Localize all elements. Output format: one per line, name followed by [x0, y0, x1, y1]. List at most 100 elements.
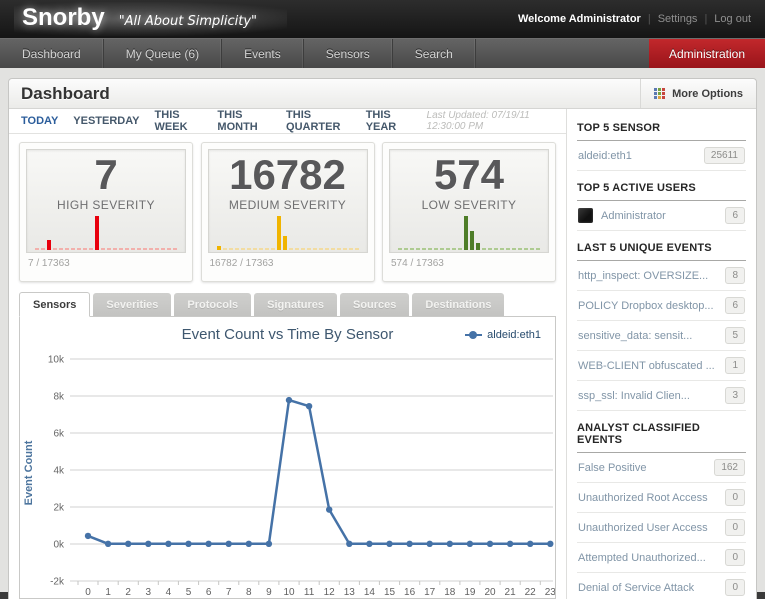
svg-text:13: 13	[344, 587, 356, 598]
user-count-badge: 6	[725, 207, 745, 224]
svg-text:7: 7	[226, 587, 232, 598]
unique-event-link[interactable]: ssp_ssl: Invalid Clien...	[578, 390, 690, 402]
nav-sensors[interactable]: Sensors	[304, 39, 393, 68]
unique-event-row: sensitive_data: sensit... 5	[577, 321, 746, 351]
medium-severity-sparkline	[217, 216, 359, 252]
tab-severities[interactable]: Severities	[93, 293, 171, 316]
low-severity-caption: 574 / 17363	[389, 258, 549, 269]
logout-link[interactable]: Log out	[714, 13, 751, 25]
unique-event-row: http_inspect: OVERSIZE... 8	[577, 261, 746, 291]
sensor-link[interactable]: aldeid:eth1	[578, 150, 632, 162]
last-5-unique-events-title: LAST 5 UNIQUE EVENTS	[577, 231, 746, 261]
legend-label: aldeid:eth1	[487, 329, 541, 341]
top-5-sensor-title: TOP 5 SENSOR	[577, 111, 746, 141]
unique-event-link[interactable]: POLICY Dropbox desktop...	[578, 300, 714, 312]
top-bar: Snorby "All About Simplicity" Welcome Ad…	[0, 0, 765, 38]
sensor-row: aldeid:eth1 25611	[577, 141, 746, 171]
svg-text:Event Count: Event Count	[23, 440, 35, 505]
tab-protocols[interactable]: Protocols	[174, 293, 251, 316]
analyst-classified-events-title: ANALYST CLASSIFIED EVENTS	[577, 411, 746, 453]
page-title: Dashboard	[21, 84, 110, 104]
filter-this-year[interactable]: THIS YEAR	[366, 109, 412, 133]
unique-event-row: ssp_ssl: Invalid Clien... 3	[577, 381, 746, 411]
svg-text:22: 22	[525, 587, 537, 598]
classified-event-link[interactable]: Unauthorized Root Access	[578, 492, 708, 504]
welcome-text: Welcome Administrator	[518, 13, 641, 25]
top-5-active-users-title: TOP 5 ACTIVE USERS	[577, 171, 746, 201]
high-severity-sparkline	[35, 216, 177, 252]
svg-text:2: 2	[125, 587, 131, 598]
unique-event-link[interactable]: http_inspect: OVERSIZE...	[578, 270, 708, 282]
svg-text:10: 10	[283, 587, 295, 598]
tab-signatures[interactable]: Signatures	[254, 293, 337, 316]
logo-group[interactable]: Snorby "All About Simplicity"	[14, 2, 287, 36]
event-count-badge: 3	[725, 387, 745, 404]
low-severity-sparkline	[398, 216, 540, 252]
chart-legend[interactable]: aldeid:eth1	[465, 329, 541, 341]
administration-button[interactable]: Administration	[649, 39, 765, 68]
left-column: TODAY YESTERDAY THIS WEEK THIS MONTH THI…	[9, 109, 566, 599]
event-count-badge: 8	[725, 267, 745, 284]
svg-text:8: 8	[246, 587, 252, 598]
svg-text:6: 6	[206, 587, 212, 598]
svg-text:11: 11	[304, 587, 315, 598]
svg-text:5: 5	[186, 587, 192, 598]
svg-text:8k: 8k	[53, 392, 65, 403]
high-severity-caption: 7 / 17363	[26, 258, 186, 269]
time-filters: TODAY YESTERDAY THIS WEEK THIS MONTH THI…	[9, 109, 566, 134]
medium-severity-card[interactable]: 16782 MEDIUM SEVERITY 16782 / 17363	[201, 142, 375, 282]
app-tagline: "All About Simplicity"	[119, 14, 257, 29]
divider: |	[704, 13, 707, 25]
classified-count-badge: 0	[725, 489, 745, 506]
severity-cards: 7 HIGH SEVERITY 7 / 17363 16782 MEDIUM S…	[9, 134, 566, 282]
more-options-label: More Options	[672, 88, 743, 100]
classified-count-badge: 0	[725, 519, 745, 536]
app-logo: Snorby	[22, 4, 105, 32]
classified-event-row: Unauthorized Root Access 0	[577, 483, 746, 513]
classified-event-link[interactable]: Attempted Unauthorized...	[578, 552, 706, 564]
filter-this-quarter[interactable]: THIS QUARTER	[286, 109, 351, 133]
svg-text:17: 17	[424, 587, 436, 598]
low-severity-label: LOW SEVERITY	[422, 198, 517, 212]
content: TODAY YESTERDAY THIS WEEK THIS MONTH THI…	[9, 109, 756, 599]
filter-this-month[interactable]: THIS MONTH	[217, 109, 271, 133]
tab-destinations[interactable]: Destinations	[412, 293, 504, 316]
settings-link[interactable]: Settings	[658, 13, 698, 25]
unique-event-link[interactable]: sensitive_data: sensit...	[578, 330, 692, 342]
filter-today[interactable]: TODAY	[21, 115, 58, 127]
card-inner: 574 LOW SEVERITY	[389, 149, 549, 253]
nav-search[interactable]: Search	[393, 39, 476, 68]
nav-my-queue[interactable]: My Queue (6)	[104, 39, 222, 68]
medium-severity-label: MEDIUM SEVERITY	[229, 198, 346, 212]
filter-this-week[interactable]: THIS WEEK	[155, 109, 203, 133]
nav-dashboard[interactable]: Dashboard	[0, 39, 104, 68]
svg-text:15: 15	[384, 587, 396, 598]
filter-yesterday[interactable]: YESTERDAY	[73, 115, 139, 127]
sensor-count-badge: 25611	[704, 147, 745, 164]
svg-text:1: 1	[105, 587, 111, 598]
classified-event-row: Unauthorized User Access 0	[577, 513, 746, 543]
medium-severity-caption: 16782 / 17363	[208, 258, 368, 269]
event-count-badge: 6	[725, 297, 745, 314]
nav-events[interactable]: Events	[222, 39, 304, 68]
svg-text:16: 16	[404, 587, 416, 598]
high-severity-card[interactable]: 7 HIGH SEVERITY 7 / 17363	[19, 142, 193, 282]
low-severity-card[interactable]: 574 LOW SEVERITY 574 / 17363	[382, 142, 556, 282]
classified-event-link[interactable]: Unauthorized User Access	[578, 522, 708, 534]
last-updated: Last Updated: 07/19/11 12:30:00 PM	[427, 110, 554, 132]
svg-text:14: 14	[364, 587, 376, 598]
svg-text:0: 0	[85, 587, 91, 598]
classified-event-link[interactable]: False Positive	[578, 462, 646, 474]
svg-text:20: 20	[484, 587, 496, 598]
user-links: Welcome Administrator | Settings | Log o…	[518, 13, 751, 25]
more-options-button[interactable]: More Options	[640, 79, 756, 108]
unique-event-link[interactable]: WEB-CLIENT obfuscated ...	[578, 360, 715, 372]
classified-count-badge: 162	[714, 459, 745, 476]
user-row: Administrator 6	[577, 201, 746, 231]
tab-sensors[interactable]: Sensors	[19, 292, 90, 317]
tab-sources[interactable]: Sources	[340, 293, 409, 316]
svg-text:4k: 4k	[53, 466, 65, 477]
classified-count-badge: 0	[725, 579, 745, 596]
user-link[interactable]: Administrator	[601, 210, 666, 222]
classified-event-link[interactable]: Denial of Service Attack	[578, 582, 694, 594]
